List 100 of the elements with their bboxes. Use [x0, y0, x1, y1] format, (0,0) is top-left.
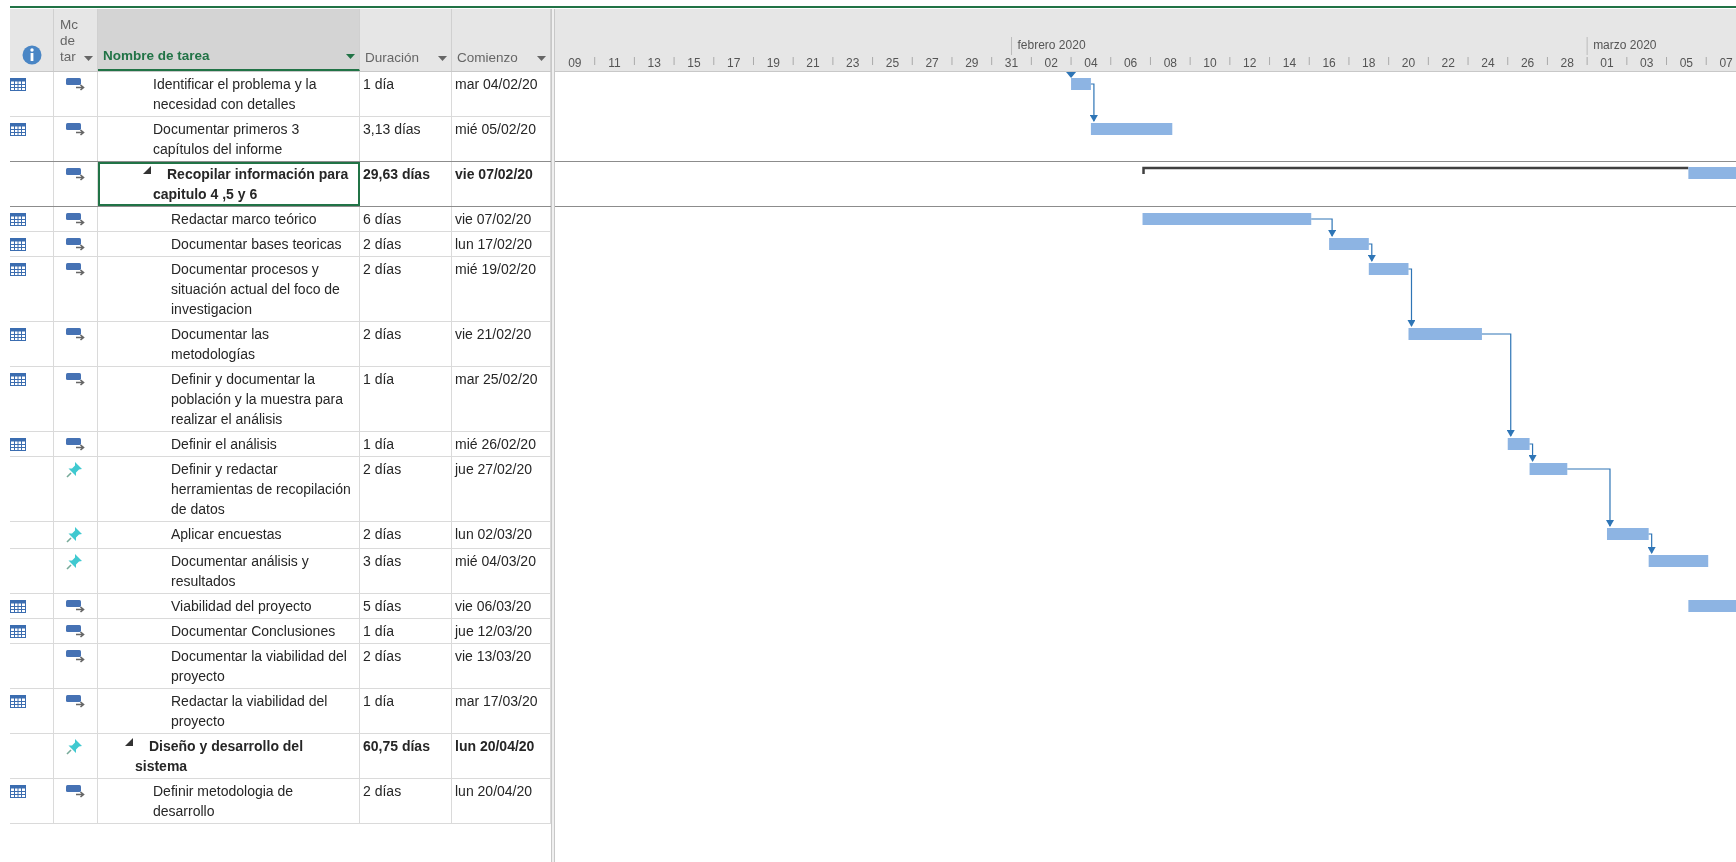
- day-label: 14: [1282, 56, 1297, 70]
- day-label: 18: [1362, 56, 1376, 70]
- day-label: 21: [806, 56, 820, 70]
- day-label: 12: [1243, 56, 1257, 70]
- task-start: mar 04/02/20: [455, 76, 538, 92]
- task-duration: 60,75 días: [363, 738, 430, 754]
- task-duration: 2 días: [363, 461, 402, 477]
- task-name-cell[interactable]: Recopilar información para capitulo 4 ,5 y 6: [98, 162, 360, 206]
- task-name-cell[interactable]: Viabilidad del proyecto: [98, 594, 360, 618]
- day-label: 17: [726, 56, 741, 70]
- task-name: Documentar la viabilidad del proyecto: [171, 648, 347, 684]
- task-start: mar 17/03/20: [455, 693, 538, 709]
- task-name: Aplicar encuestas: [171, 526, 282, 542]
- task-name-cell[interactable]: Diseño y desarrollo del sistema: [98, 734, 360, 778]
- task-name-cell[interactable]: Documentar Conclusiones: [98, 619, 360, 643]
- auto-scheduled-icon: [66, 262, 85, 276]
- dependency-arrow: [1407, 268, 1416, 327]
- task-bar[interactable]: [1529, 463, 1568, 475]
- task-bar[interactable]: [1607, 528, 1649, 540]
- task-duration: 5 días: [363, 598, 402, 614]
- task-start: mié 05/02/20: [455, 121, 536, 137]
- task-name-cell[interactable]: Redactar la viabilidad del proyecto: [98, 689, 360, 733]
- column-header[interactable]: Nombre de tarea: [98, 9, 360, 71]
- collapse-triangle-icon[interactable]: [125, 738, 133, 746]
- task-name: Documentar bases teoricas: [171, 236, 342, 252]
- day-label: 15: [687, 56, 701, 70]
- task-name-cell[interactable]: Documentar análisis y resultados: [98, 549, 360, 593]
- task-bar[interactable]: [1368, 263, 1409, 275]
- day-label: 25: [885, 56, 900, 70]
- task-duration: 29,63 días: [363, 166, 430, 182]
- calendar-icon: [10, 695, 26, 708]
- task-name: Documentar las metodologías: [171, 326, 270, 362]
- calendar-icon: [10, 328, 26, 341]
- task-name: Definir y documentar la población y la muestra para realizar el análisis: [171, 371, 343, 427]
- task-duration: 2 días: [363, 526, 402, 542]
- day-label: 10: [1203, 56, 1217, 70]
- collapse-triangle-icon[interactable]: [143, 166, 151, 174]
- task-duration: 3,13 días: [363, 121, 421, 137]
- auto-scheduled-icon: [66, 212, 85, 226]
- dropdown-caret-icon[interactable]: [84, 56, 93, 61]
- dropdown-caret-icon[interactable]: [537, 56, 546, 61]
- task-name-cell[interactable]: Documentar las metodologías: [98, 322, 360, 366]
- day-label: 05: [1679, 56, 1694, 70]
- task-bar[interactable]: [1507, 438, 1530, 450]
- task-name-cell[interactable]: Aplicar encuestas: [98, 522, 360, 548]
- task-name: Documentar procesos y situación actual del foco de investigacion: [171, 261, 340, 317]
- task-name-cell[interactable]: Definir metodologia de desarrollo: [98, 779, 360, 823]
- task-bar[interactable]: [1142, 213, 1312, 225]
- task-duration: 1 día: [363, 623, 395, 639]
- month-label: marzo 2020: [1593, 38, 1657, 52]
- task-name-cell[interactable]: Definir y documentar la población y la muestra para realizar el análisis: [98, 367, 360, 431]
- dropdown-caret-icon[interactable]: [346, 54, 355, 59]
- pin-icon: [66, 553, 83, 570]
- task-start: lun 02/03/20: [455, 526, 533, 542]
- task-start: vie 07/02/20: [455, 211, 532, 227]
- auto-scheduled-icon: [66, 784, 85, 798]
- pin-icon: [66, 461, 83, 478]
- task-start: vie 06/03/20: [455, 598, 532, 614]
- task-name: Redactar la viabilidad del proyecto: [171, 693, 328, 729]
- auto-scheduled-icon: [66, 694, 85, 708]
- task-name-cell[interactable]: Documentar bases teoricas: [98, 232, 360, 256]
- task-start: vie 07/02/20: [455, 166, 533, 182]
- task-name-cell[interactable]: Documentar primeros 3 capítulos del informe: [98, 117, 360, 161]
- auto-scheduled-icon: [66, 327, 85, 341]
- task-name-cell[interactable]: Documentar procesos y situación actual del foco de investigacion: [98, 257, 360, 321]
- task-name-cell[interactable]: Definir el análisis: [98, 432, 360, 456]
- task-start: vie 21/02/20: [455, 326, 532, 342]
- auto-scheduled-icon: [66, 649, 85, 663]
- task-bar[interactable]: [1329, 238, 1369, 250]
- day-label: 06: [1123, 56, 1138, 70]
- day-label: 23: [846, 56, 860, 70]
- task-bar[interactable]: [1408, 328, 1482, 340]
- task-duration: 6 días: [363, 211, 402, 227]
- dependency-arrow: [1528, 443, 1537, 462]
- task-duration: 2 días: [363, 783, 402, 799]
- task-duration: 2 días: [363, 261, 402, 277]
- task-start: vie 13/03/20: [455, 648, 532, 664]
- column-header[interactable]: Duración: [360, 9, 452, 71]
- task-name: Documentar primeros 3 capítulos del informe: [153, 121, 300, 157]
- month-label: febrero 2020: [1017, 38, 1086, 52]
- task-name-cell[interactable]: Identificar el problema y la necesidad con detalles: [98, 72, 360, 116]
- task-name-cell[interactable]: Redactar marco teórico: [98, 207, 360, 231]
- day-label: 26: [1520, 56, 1535, 70]
- task-bar[interactable]: [1090, 123, 1173, 135]
- task-bar[interactable]: [1688, 167, 1736, 179]
- task-bar[interactable]: [1648, 555, 1709, 567]
- day-label: 04: [1084, 56, 1098, 70]
- task-name: Diseño y desarrollo del sistema: [135, 738, 304, 774]
- calendar-icon: [10, 213, 26, 226]
- auto-scheduled-icon: [66, 372, 85, 386]
- day-label: 03: [1640, 56, 1654, 70]
- task-bar[interactable]: [1688, 600, 1736, 612]
- task-name-cell[interactable]: Documentar la viabilidad del proyecto: [98, 644, 360, 688]
- calendar-icon: [10, 600, 26, 613]
- dropdown-caret-icon[interactable]: [438, 56, 447, 61]
- task-bar[interactable]: [1071, 78, 1091, 90]
- dependency-arrow: [1089, 83, 1098, 122]
- task-start: lun 20/04/20: [455, 738, 535, 754]
- task-name-cell[interactable]: Definir y redactar herramientas de recopilación de datos: [98, 457, 360, 521]
- summary-bar[interactable]: [1142, 166, 1689, 174]
